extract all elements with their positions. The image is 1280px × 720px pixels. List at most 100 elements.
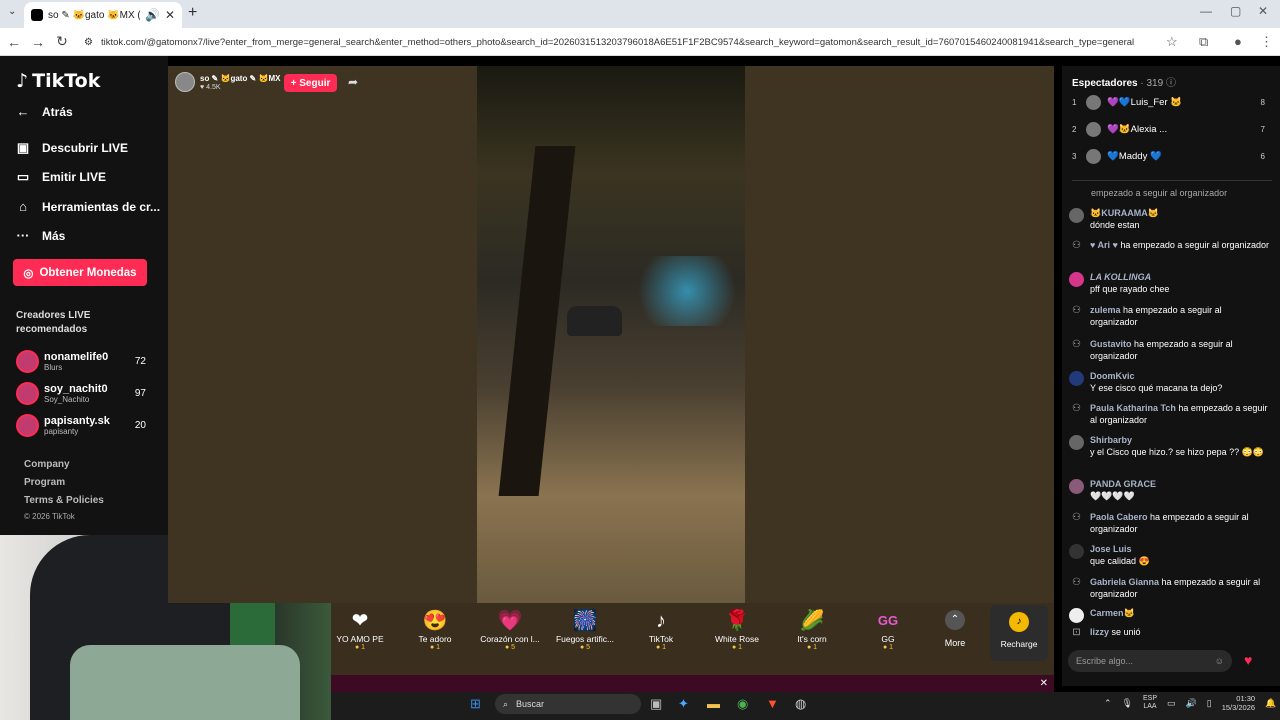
host-avatar[interactable]	[175, 72, 195, 92]
gift-item[interactable]: ❤ YO AMO PE ● 1	[327, 608, 393, 651]
chat-message[interactable]: LA KOLLINGA pff que rayado chee	[1069, 271, 1269, 295]
follow-button[interactable]: + Seguir	[284, 74, 337, 92]
reload-icon[interactable]: ↻	[50, 33, 74, 50]
minimize-icon[interactable]: —	[1200, 4, 1212, 18]
creator-item[interactable]: papisanty.sk papisanty 20	[16, 411, 146, 439]
gift-price: ● 1	[882, 644, 894, 651]
chat-message[interactable]: ⚇ Paola Cabero ha empezado a seguir al or…	[1069, 511, 1269, 535]
tiktok-logo[interactable]: ♪ TikTok	[16, 70, 100, 92]
sidebar-item-mas[interactable]: ··· Más	[16, 228, 66, 243]
chat-message[interactable]: Shirbarby y el Cisco que hizo.? se hizo p…	[1069, 434, 1269, 458]
recharge-button[interactable]: ♪ Recharge	[990, 605, 1048, 661]
footer-link-company[interactable]: Company	[24, 459, 70, 470]
emoji-icon[interactable]: ☺	[1215, 656, 1224, 666]
tab-close-icon[interactable]: ✕	[165, 8, 175, 22]
sidebar-item-descubrir-live[interactable]: ▣ Descubrir LIVE	[16, 140, 128, 156]
gift-item[interactable]: 😍 Te adoro ● 1	[402, 608, 468, 651]
system-message: empezado a seguir al organizador	[1091, 188, 1228, 198]
clock[interactable]: 01:30 15/3/2026	[1222, 694, 1255, 712]
chat-message[interactable]: ⚇ Paula Katharina Tch ha empezado a segui…	[1069, 402, 1269, 426]
creator-item[interactable]: nonamelife0 Blurs 72	[16, 347, 146, 375]
battery-icon[interactable]: ▯	[1207, 698, 1212, 709]
gift-item[interactable]: 🌽 It's corn ● 1	[779, 608, 845, 651]
app-icon[interactable]: ◍	[795, 696, 806, 712]
chat-message[interactable]: ⊡ lizzy se unió	[1069, 626, 1269, 642]
chat-message[interactable]: ⚇ Gustavito ha empezado a seguir al organ…	[1069, 338, 1269, 362]
forward-arrow-icon[interactable]: →	[26, 34, 50, 50]
site-info-icon[interactable]: ⚙	[84, 37, 93, 48]
taskbar-search[interactable]: ⌕ Buscar	[495, 694, 641, 714]
chat-message[interactable]: Jose Luis que calidad 😍	[1069, 543, 1269, 567]
chat-user: LA KOLLINGA	[1090, 272, 1152, 282]
menu-dots-icon[interactable]: ⋮	[1260, 34, 1273, 50]
host-info[interactable]: so ✎ 🐱gato ✎ 🐱MX ♥ 4.5K	[175, 72, 280, 92]
info-icon[interactable]: ⓘ	[1166, 78, 1176, 89]
new-tab-button[interactable]: +	[188, 4, 197, 22]
gift-fireworks-icon: 🎆	[572, 610, 598, 632]
back-arrow-icon[interactable]: ←	[2, 34, 26, 50]
chat-input[interactable]: Escribe algo... ☺	[1068, 650, 1232, 672]
volume-icon[interactable]: 🔊	[1186, 698, 1197, 709]
footer-link-terms[interactable]: Terms & Policies	[24, 495, 104, 506]
tab-audio-icon[interactable]: 🔊	[145, 8, 160, 22]
sidebar-item-emitir-live[interactable]: ▭ Emitir LIVE	[16, 169, 106, 185]
viewer-rank: 2	[1072, 124, 1077, 134]
extensions-icon[interactable]: ⧉	[1199, 34, 1208, 50]
notification-bell-icon[interactable]: 🔔	[1265, 698, 1276, 709]
chat-message[interactable]: DoomKvic Y ese cisco qué macana ta dejo?	[1069, 370, 1269, 394]
network-icon[interactable]: ▭	[1167, 698, 1176, 709]
gift-item[interactable]: GG GG ● 1	[855, 608, 921, 651]
top-viewer[interactable]: 2 💜🐱Alexia ... 7	[1072, 120, 1272, 138]
chevron-up-icon[interactable]: ⌃	[1104, 698, 1112, 709]
back-link[interactable]: ← Atrás	[16, 104, 73, 119]
more-gifts-button[interactable]: ⌃ More	[938, 608, 972, 648]
task-view-icon[interactable]: ▣	[650, 696, 662, 712]
chat-message[interactable]: Carmen🐱	[1069, 607, 1269, 623]
gift-item[interactable]: 🌹 White Rose ● 1	[704, 608, 770, 651]
microphone-icon[interactable]: 🎙	[1122, 698, 1133, 709]
chat-message[interactable]: 🐱KURAAMA🐱 dónde estan	[1069, 207, 1269, 231]
chat-user: Gabriela Gianna	[1090, 577, 1160, 587]
footer-link-program[interactable]: Program	[24, 477, 65, 488]
bookmark-star-icon[interactable]: ☆	[1166, 34, 1178, 50]
join-icon: ⊡	[1072, 627, 1081, 638]
file-explorer-icon[interactable]: ▬	[707, 696, 720, 711]
tree-trunk	[498, 146, 576, 496]
tab-search-icon[interactable]: ⌄	[8, 6, 16, 17]
address-bar[interactable]: ⚙ tiktok.com/@gatomonx7/live?enter_from_…	[84, 32, 1184, 52]
maximize-icon[interactable]: ▢	[1230, 4, 1241, 18]
gift-item[interactable]: 💗 Corazón con l... ● 5	[477, 608, 543, 651]
language-indicator[interactable]: ESP LAA	[1143, 695, 1157, 711]
share-icon[interactable]: ➦	[348, 75, 358, 89]
like-heart-icon[interactable]: ♥	[1244, 652, 1252, 668]
sidebar-item-label: Emitir LIVE	[42, 170, 107, 184]
creator-item[interactable]: soy_nachit0 Soy_Nachito 97	[16, 379, 146, 407]
chat-user: Shirbarby	[1090, 435, 1133, 445]
chat-message[interactable]: ⚇ zulema ha empezado a seguir al organiza…	[1069, 304, 1269, 328]
gift-price: ● 1	[806, 644, 818, 651]
profile-avatar-icon[interactable]: ●	[1234, 34, 1242, 49]
close-icon[interactable]: ✕	[1040, 678, 1048, 689]
system-tray: ⌃ 🎙 ESP LAA ▭ 🔊 ▯ 01:30 15/3/2026 🔔	[1104, 694, 1276, 712]
creator-name: soy_nachit0	[44, 382, 108, 395]
chat-user: Paola Cabero	[1090, 512, 1148, 522]
gift-item[interactable]: ♪ TikTok ● 1	[628, 608, 694, 651]
live-video[interactable]	[477, 66, 745, 603]
sidebar-item-herramientas[interactable]: ⌂ Herramientas de cr...	[16, 199, 160, 214]
gift-rose-icon: 🌹	[724, 610, 750, 632]
top-viewer[interactable]: 3 💙Maddy 💙 6	[1072, 147, 1272, 165]
brave-icon[interactable]: ▼	[766, 696, 779, 711]
close-window-icon[interactable]: ✕	[1258, 4, 1268, 18]
gift-item[interactable]: 🎆 Fuegos artific... ● 5	[552, 608, 618, 651]
copilot-icon[interactable]: ✦	[678, 696, 689, 712]
top-viewer[interactable]: 1 💜💙Luis_Fer 🐱 8	[1072, 93, 1272, 111]
browser-tab[interactable]: so ✎ 🐱gato 🐱MX (@g... 🔊 ✕	[24, 2, 182, 28]
windows-start-icon[interactable]: ⊞	[470, 696, 481, 712]
gift-name: White Rose	[715, 634, 759, 644]
chat-message[interactable]: ⚇ Gabriela Gianna ha empezado a seguir al…	[1069, 576, 1269, 600]
chat-message[interactable]: ⚇ ♥ Ari ♥ ha empezado a seguir al organiz…	[1069, 239, 1269, 255]
chat-message[interactable]: PANDA GRACE 🤍🤍🤍🤍	[1069, 478, 1269, 502]
creator-subtitle: papisanty	[44, 426, 79, 436]
get-coins-button[interactable]: ◎ Obtener Monedas	[13, 259, 147, 286]
chrome-icon[interactable]: ◉	[737, 696, 748, 712]
